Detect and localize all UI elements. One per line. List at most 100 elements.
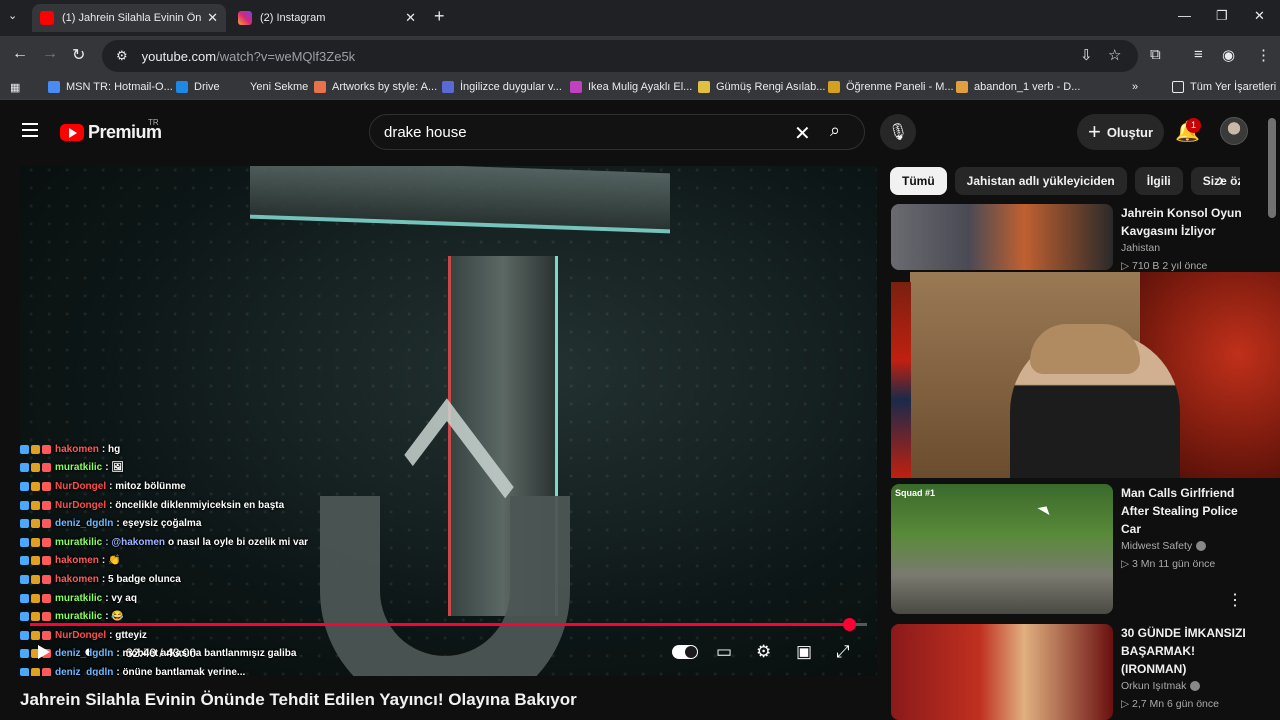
back-icon[interactable]: ←	[12, 45, 28, 63]
theater-mode-icon[interactable]: ▣	[796, 642, 812, 662]
bookmark-item[interactable]: Drive	[176, 81, 220, 93]
scrubber-handle[interactable]	[842, 618, 856, 631]
video-meta: ▷ 710 B 2 yıl önce	[1121, 260, 1208, 272]
new-tab-icon[interactable]: +	[434, 6, 445, 27]
badge-icon	[42, 537, 51, 547]
badge-icon	[31, 500, 40, 510]
create-button[interactable]: + Oluştur	[1077, 114, 1164, 150]
search-input[interactable]	[370, 115, 790, 149]
chat-text: : gtteyiz	[109, 629, 147, 641]
forward-icon[interactable]: →	[42, 45, 58, 63]
chat-username: hakomen	[55, 573, 99, 585]
bookmark-star-icon[interactable]: ☆	[1108, 46, 1121, 64]
play-icon[interactable]	[38, 645, 50, 659]
settings-gear-icon[interactable]: ⚙	[756, 642, 771, 662]
chat-text: : 😂	[105, 611, 124, 623]
bookmark-item[interactable]: Gümüş Rengi Asılab...	[698, 81, 825, 93]
bookmark-icon	[232, 81, 244, 93]
close-tab-icon[interactable]: ✕	[207, 10, 218, 26]
volume-icon[interactable]: ◖	[82, 642, 92, 662]
channel-name[interactable]: Midwest Safety	[1121, 540, 1207, 552]
bookmark-item[interactable]: abandon_1 verb - D...	[956, 81, 1080, 93]
all-bookmarks[interactable]: Tüm Yer İşaretleri	[1172, 81, 1276, 93]
profile-icon[interactable]: ◉	[1222, 46, 1235, 64]
chip-all[interactable]: Tümü	[890, 167, 947, 195]
bookmark-icon	[828, 81, 840, 93]
bookmark-icon	[956, 81, 968, 93]
channel-name[interactable]: Jahistan	[1121, 242, 1160, 254]
channel-name[interactable]: Orkun Işıtmak	[1121, 680, 1201, 692]
chat-username: deniz_dgdln	[55, 518, 114, 530]
menu-icon[interactable]	[22, 123, 38, 137]
video-thumbnail[interactable]	[891, 624, 1113, 720]
video-thumbnail[interactable]	[891, 204, 1113, 270]
subtitles-icon[interactable]: ▭	[716, 642, 732, 662]
badge-icon	[20, 537, 29, 547]
video-player[interactable]: hakomen: hg muratkilic: 🖼 NurDongel: mitoz…	[20, 166, 877, 676]
chip-for-you[interactable]: Size özel	[1190, 167, 1240, 195]
bookmark-item[interactable]: Öğrenme Paneli - M...	[828, 81, 954, 93]
badge-icon	[42, 612, 51, 622]
video-thumbnail[interactable]: Squad #1	[891, 484, 1113, 614]
apps-icon[interactable]: ▦	[10, 81, 20, 94]
chat-text: : öncelikle diklenmiyiceksin en başta	[109, 499, 285, 511]
recommendation-item[interactable]: Jahrein Konsol Oyun Kavgasını İzliyor Ja…	[891, 204, 1253, 272]
badge-icon	[20, 500, 29, 510]
site-info-icon[interactable]: ⚙	[116, 48, 128, 64]
extensions-icon[interactable]: ⧉	[1150, 46, 1161, 63]
tab-instagram[interactable]: (2) Instagram ✕	[230, 4, 424, 32]
chat-mention: : @hakomen	[105, 536, 166, 548]
progress-bar[interactable]	[30, 618, 867, 631]
chat-message: muratkilic: vy aq	[20, 589, 440, 608]
badge-icon	[20, 612, 29, 622]
bookmark-item[interactable]: İngilizce duygular v...	[442, 81, 562, 93]
badge-icon	[31, 574, 40, 584]
recommendation-title[interactable]: Man Calls Girlfriend After Stealing Poli…	[1121, 484, 1253, 538]
close-tab-icon[interactable]: ✕	[405, 10, 416, 26]
bookmark-item[interactable]: MSN TR: Hotmail-O...	[48, 81, 173, 93]
recommendation-title[interactable]: Jahrein Konsol Oyun Kavgasını İzliyor	[1121, 204, 1253, 240]
minimize-icon[interactable]: —	[1178, 8, 1191, 23]
bookmark-item[interactable]: Yeni Sekme	[232, 81, 308, 93]
youtube-play-icon	[60, 124, 84, 141]
youtube-icon	[40, 11, 54, 25]
tab-title: (2) Instagram	[260, 12, 326, 24]
bookmark-item[interactable]: Ikea Mulig Ayaklı El...	[570, 81, 692, 93]
youtube-logo[interactable]: Premium	[60, 122, 162, 143]
avatar[interactable]	[1220, 117, 1248, 145]
tab-youtube[interactable]: (1) Jahrein Silahla Evinin Önünde ✕	[32, 4, 226, 32]
close-window-icon[interactable]: ✕	[1254, 8, 1265, 24]
page-scrollbar[interactable]	[1268, 118, 1276, 218]
chat-username: muratkilic	[55, 592, 103, 604]
more-options-icon[interactable]: ⋮	[1227, 590, 1243, 610]
recommendation-title[interactable]: 30 GÜNDE İMKANSIZI BAŞARMAK! (IRONMAN)	[1121, 624, 1253, 678]
maximize-icon[interactable]: ❐	[1216, 8, 1228, 24]
autoplay-toggle[interactable]	[672, 645, 698, 659]
browser-toolbar: ← → ↻ ⚙ youtube.com /watch?v=weMQlf3Ze5k…	[0, 36, 1280, 76]
chevron-right-icon[interactable]: ›	[1218, 170, 1224, 191]
recommendation-item[interactable]: Squad #1 Man Calls Girlfriend After Stea…	[891, 484, 1253, 614]
menu-icon[interactable]: ⋮	[1256, 46, 1271, 64]
badge-icon	[20, 519, 29, 529]
chip-from-uploader[interactable]: Jahistan adlı yükleyiciden	[954, 167, 1127, 195]
chat-badges	[20, 519, 51, 529]
clear-search-icon[interactable]: ✕	[794, 121, 811, 146]
install-app-icon[interactable]: ⇩	[1080, 46, 1093, 64]
reload-icon[interactable]: ↻	[72, 45, 85, 65]
search-icon[interactable]: ⌕	[830, 120, 840, 141]
badge-icon	[20, 649, 29, 659]
media-control-icon[interactable]: ≡	[1194, 46, 1203, 63]
bookmark-item[interactable]: Artworks by style: A...	[314, 81, 437, 93]
chat-text: o nasıl la oyle bi ozelik mi var	[168, 536, 309, 548]
recommendation-item[interactable]: 30 GÜNDE İMKANSIZI BAŞARMAK! (IRONMAN) O…	[891, 624, 1253, 720]
badge-icon	[42, 444, 51, 454]
video-meta: ▷ 2,7 Mn 6 gün önce	[1121, 698, 1219, 710]
chip-related[interactable]: İlgili	[1134, 167, 1183, 195]
address-bar[interactable]: ⚙ youtube.com /watch?v=weMQlf3Ze5k	[102, 40, 1138, 72]
badge-icon	[42, 556, 51, 566]
tab-search-icon[interactable]: ⌄	[8, 9, 17, 22]
more-bookmarks-icon[interactable]: »	[1132, 81, 1138, 93]
microphone-icon[interactable]: 🎙	[880, 114, 916, 150]
fullscreen-icon[interactable]: ⤢	[836, 642, 850, 662]
badge-icon	[20, 574, 29, 584]
